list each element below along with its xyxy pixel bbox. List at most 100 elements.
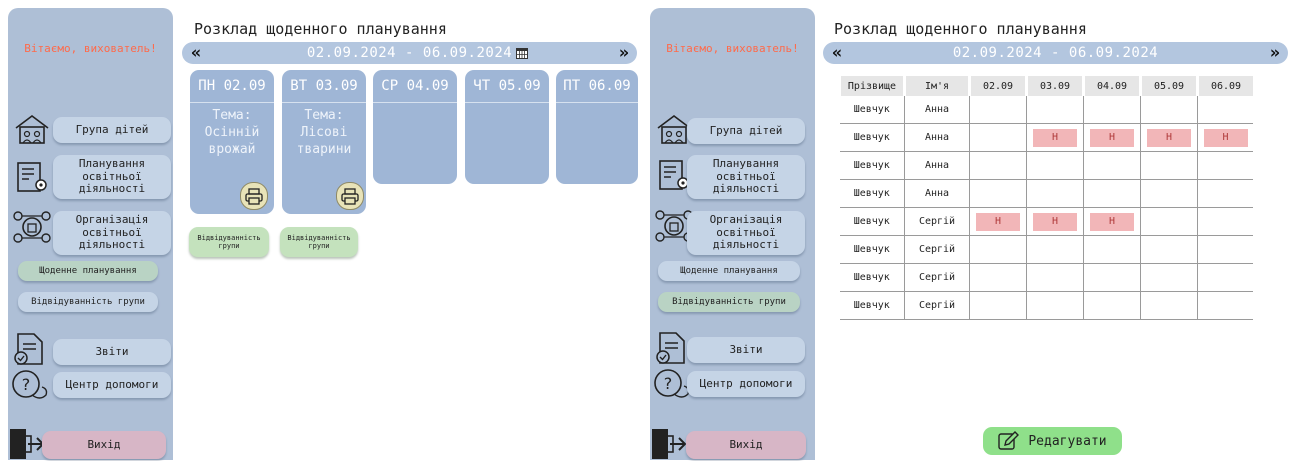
cell-attendance[interactable]: Н: [1026, 123, 1084, 152]
cell-attendance[interactable]: Н: [969, 207, 1027, 236]
table-header-row: Прізвище Ім'я 02.09 03.09 04.09 05.09 06…: [838, 76, 1253, 96]
day-card-wednesday[interactable]: СР 04.09: [373, 70, 457, 184]
cell-attendance[interactable]: [1140, 207, 1198, 236]
cell-attendance[interactable]: Н: [1026, 207, 1084, 236]
cell-attendance[interactable]: [1083, 96, 1141, 124]
cell-attendance[interactable]: [1140, 263, 1198, 292]
edit-button[interactable]: Редагувати: [983, 427, 1122, 455]
cell-attendance[interactable]: [1140, 96, 1198, 124]
nav-org-line3: діяльності: [712, 238, 780, 252]
svg-text:?: ?: [664, 374, 673, 393]
cell-attendance[interactable]: [1026, 179, 1084, 208]
nav-attendance-label: Відвідуванність групи: [31, 296, 145, 307]
day-card-tuesday[interactable]: ВТ 03.09 Тема: Лісові тварини: [282, 70, 366, 214]
cell-attendance[interactable]: [969, 235, 1027, 264]
cell-attendance[interactable]: [1083, 179, 1141, 208]
prev-week-button[interactable]: «: [191, 42, 201, 64]
nav-daily-planning[interactable]: Щоденне планування: [658, 261, 800, 281]
reports-icon: [656, 332, 685, 364]
day-card-monday[interactable]: ПН 02.09 Тема: Осінній врожай: [190, 70, 274, 214]
nav-help-center[interactable]: Центр допомоги: [687, 371, 805, 397]
topic-line: Тема:: [212, 108, 252, 123]
cell-attendance[interactable]: [1026, 235, 1084, 264]
nav-attendance[interactable]: Відвідуванність групи: [18, 292, 158, 312]
nav-help-center[interactable]: Центр допомоги: [53, 372, 171, 398]
cell-attendance[interactable]: [969, 179, 1027, 208]
nav-reports[interactable]: Звіти: [687, 337, 805, 363]
prev-week-button[interactable]: «: [832, 42, 842, 64]
cell-attendance[interactable]: [1083, 263, 1141, 292]
cell-attendance[interactable]: [1026, 263, 1084, 292]
nav-help-label: Центр допомоги: [65, 377, 159, 391]
attendance-button-tuesday[interactable]: Відвідуванність групи: [280, 227, 358, 257]
nav-attendance[interactable]: Відвідуванність групи: [658, 292, 800, 312]
nav-exit-label: Вихід: [729, 437, 763, 451]
cell-attendance[interactable]: [1083, 151, 1141, 180]
cell-attendance[interactable]: Н: [1083, 207, 1141, 236]
cell-attendance[interactable]: [1197, 207, 1253, 236]
cell-surname: Шевчук: [839, 179, 905, 208]
date-range-text: 02.09.2024 - 06.09.2024: [952, 45, 1159, 61]
nav-reports[interactable]: Звіти: [53, 339, 171, 365]
cell-attendance[interactable]: Н: [1140, 123, 1198, 152]
print-button[interactable]: [240, 182, 268, 210]
cell-attendance[interactable]: [1026, 151, 1084, 180]
day-card-friday[interactable]: ПТ 06.09: [556, 70, 638, 184]
cell-attendance[interactable]: [1197, 179, 1253, 208]
nav-organization[interactable]: Організація освітньої діяльності: [53, 211, 171, 255]
cell-attendance[interactable]: [1197, 263, 1253, 292]
cell-name: Анна: [904, 151, 970, 180]
cell-attendance[interactable]: [1026, 291, 1084, 320]
nav-daily-planning[interactable]: Щоденне планування: [18, 261, 158, 281]
nav-group-children[interactable]: Група дітей: [53, 117, 171, 143]
nav-org-line3: діяльності: [78, 238, 146, 252]
calendar-icon[interactable]: [515, 46, 529, 60]
cell-attendance[interactable]: [969, 96, 1027, 124]
attendance-button-monday[interactable]: Відвідуванність групи: [189, 227, 269, 257]
table-row: Шевчук Сергій: [839, 235, 1253, 264]
nav-group-children[interactable]: Група дітей: [687, 118, 805, 144]
cell-name: Сергій: [904, 207, 970, 236]
greeting: Вітаємо, вихователь!: [666, 42, 799, 55]
cell-attendance[interactable]: [1197, 291, 1253, 320]
nav-group-label: Група дітей: [75, 122, 149, 136]
svg-text:?: ?: [22, 375, 31, 394]
help-center-icon: ?: [654, 369, 690, 398]
edit-pencil-icon: [998, 431, 1020, 450]
cell-attendance[interactable]: [1140, 235, 1198, 264]
cell-attendance[interactable]: [969, 263, 1027, 292]
cell-attendance[interactable]: [969, 291, 1027, 320]
nav-help-label: Центр допомоги: [699, 376, 793, 390]
cell-attendance[interactable]: Н: [1197, 123, 1253, 152]
cell-attendance[interactable]: [969, 151, 1027, 180]
absence-mark: Н: [976, 212, 1020, 231]
cell-attendance[interactable]: [1197, 235, 1253, 264]
cell-attendance[interactable]: [1026, 96, 1084, 124]
cell-attendance[interactable]: [1083, 291, 1141, 320]
absence-mark: Н: [1203, 128, 1248, 147]
cell-attendance[interactable]: [1083, 235, 1141, 264]
next-week-button[interactable]: »: [1270, 42, 1280, 64]
cell-attendance[interactable]: [1140, 179, 1198, 208]
nav-attendance-label: Відвідуванність групи: [672, 296, 786, 307]
cell-attendance[interactable]: [1140, 291, 1198, 320]
col-header-date: 04.09: [1082, 76, 1141, 96]
nav-exit[interactable]: Вихід: [42, 431, 166, 459]
nav-planning[interactable]: Планування освітньої діяльності: [687, 155, 805, 199]
nav-organization[interactable]: Організація освітньої діяльності: [687, 211, 805, 255]
cell-attendance[interactable]: [1197, 96, 1253, 124]
cell-attendance[interactable]: [1140, 151, 1198, 180]
cell-name: Анна: [904, 123, 970, 152]
cell-attendance[interactable]: Н: [1083, 123, 1141, 152]
print-button[interactable]: [336, 182, 364, 210]
cell-attendance[interactable]: [969, 123, 1027, 152]
day-label: ПТ 06.09: [556, 70, 638, 103]
exit-icon: [652, 429, 687, 459]
day-card-thursday[interactable]: ЧТ 05.09: [465, 70, 549, 184]
nav-exit[interactable]: Вихід: [686, 431, 806, 459]
nav-org-line1: Організація: [709, 213, 783, 227]
nav-planning[interactable]: Планування освітньої діяльності: [53, 155, 171, 199]
cell-attendance[interactable]: [1197, 151, 1253, 180]
next-week-button[interactable]: »: [619, 42, 629, 64]
topic-line: Осінній: [204, 125, 260, 140]
